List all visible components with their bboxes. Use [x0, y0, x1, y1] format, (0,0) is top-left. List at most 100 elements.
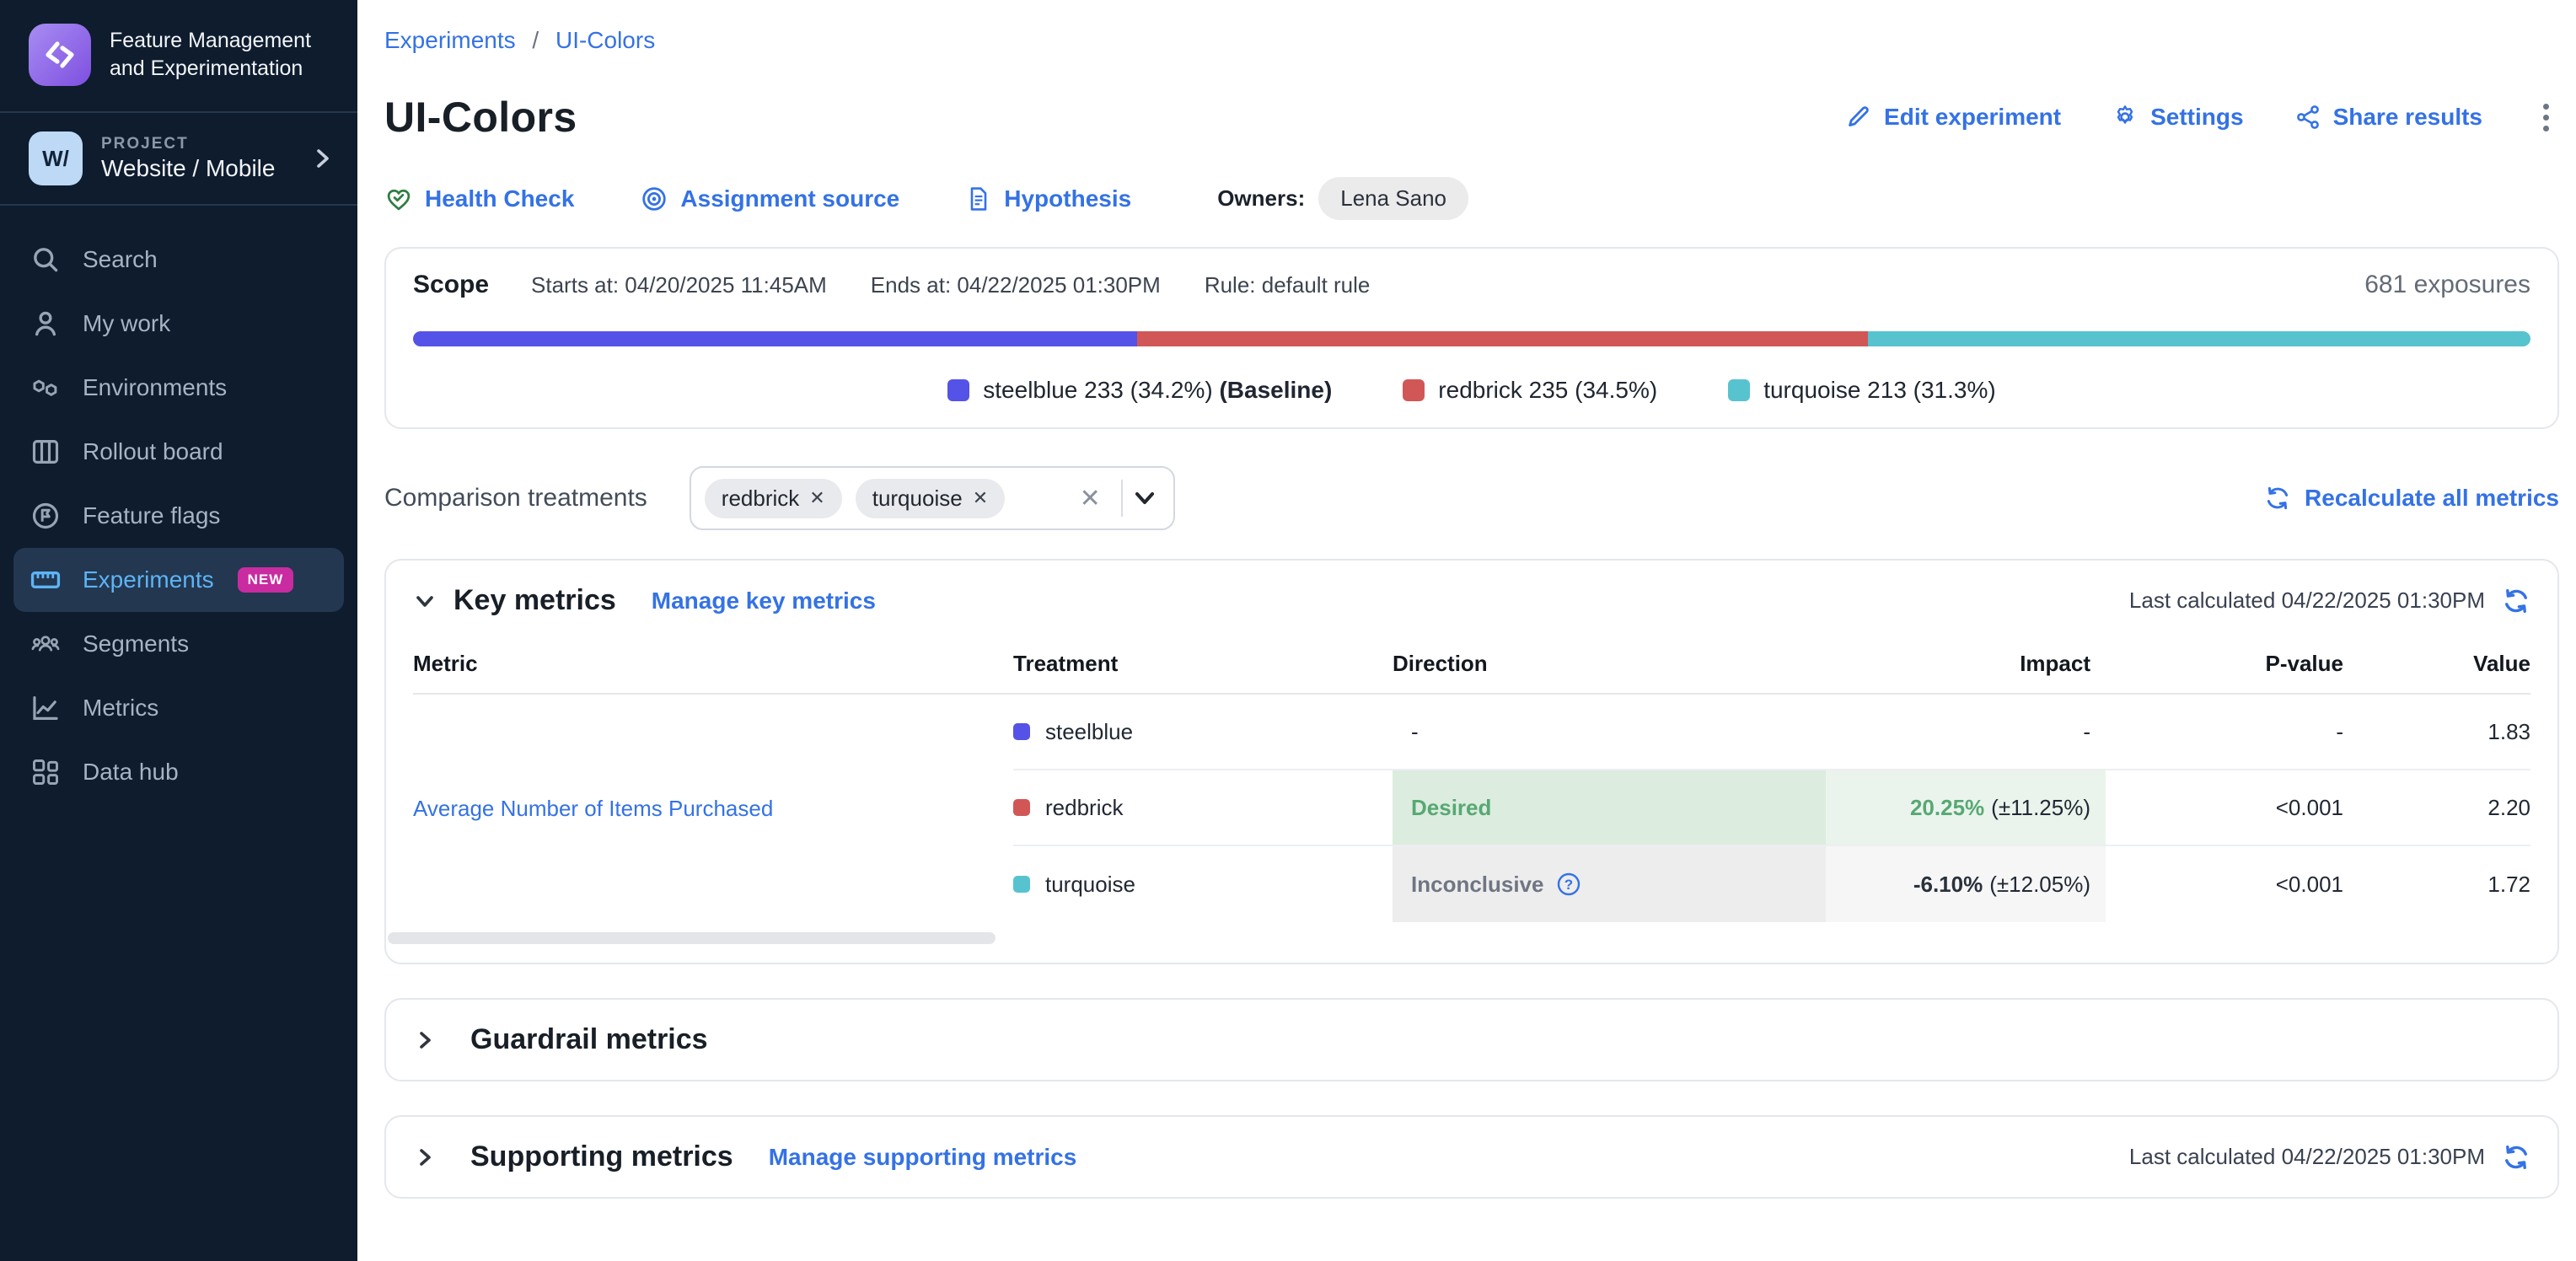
treatment-name: turquoise	[1045, 872, 1135, 898]
chip-turquoise[interactable]: turquoise ✕	[856, 479, 1005, 518]
health-check-label: Health Check	[425, 185, 574, 212]
settings-button[interactable]: Settings	[2112, 104, 2243, 131]
edit-experiment-label: Edit experiment	[1884, 104, 2061, 131]
health-check-link[interactable]: Health Check	[384, 185, 574, 213]
treatments-multiselect[interactable]: redbrick ✕ turquoise ✕ ✕	[690, 466, 1175, 530]
sidebar-item-search[interactable]: Search	[13, 228, 344, 292]
scope-card: Scope Starts at: 04/20/2025 11:45AM Ends…	[384, 247, 2559, 429]
refresh-icon	[2502, 587, 2530, 615]
sidebar-item-data-hub[interactable]: Data hub	[13, 740, 344, 804]
legend-swatch-steelblue	[947, 379, 969, 401]
clear-all-icon[interactable]: ✕	[1070, 484, 1111, 513]
legend-item-turquoise: turquoise 213 (31.3%)	[1728, 377, 1996, 404]
sidebar-item-experiments[interactable]: Experiments NEW	[13, 548, 344, 612]
refresh-key-metrics-button[interactable]	[2502, 587, 2530, 615]
expand-supporting-metrics-icon[interactable]	[413, 1146, 437, 1169]
sidebar: Feature Management and Experimentation W…	[0, 0, 357, 1261]
sidebar-item-my-work[interactable]: My work	[13, 292, 344, 356]
legend-item-redbrick: redbrick 235 (34.5%)	[1403, 377, 1657, 404]
impact-cell: -	[1826, 695, 2106, 769]
assignment-source-label: Assignment source	[680, 185, 899, 212]
baseline-tag: (Baseline)	[1219, 377, 1332, 403]
treatment-name: redbrick	[1045, 795, 1123, 821]
share-results-button[interactable]: Share results	[2294, 104, 2482, 131]
guardrail-metrics-title: Guardrail metrics	[470, 1023, 708, 1056]
refresh-supporting-metrics-button[interactable]	[2502, 1143, 2530, 1172]
sidebar-item-label: My work	[83, 310, 170, 337]
chip-label: redbrick	[722, 486, 799, 512]
legend-swatch-turquoise	[1728, 379, 1750, 401]
people-icon	[29, 627, 62, 661]
sidebar-item-segments[interactable]: Segments	[13, 612, 344, 676]
manage-supporting-metrics-link[interactable]: Manage supporting metrics	[769, 1144, 1077, 1171]
impact-ci: (±12.05%)	[1989, 872, 2090, 898]
horizontal-scrollbar	[386, 932, 2557, 946]
hypothesis-link[interactable]: Hypothesis	[965, 185, 1131, 212]
help-icon[interactable]: ?	[1556, 872, 1581, 897]
experiment-meta-row: Health Check Assignment source Hypothesi…	[384, 177, 2559, 220]
remove-chip-icon[interactable]: ✕	[973, 487, 988, 509]
sidebar-item-environments[interactable]: Environments	[13, 356, 344, 420]
exposure-legend: steelblue 233 (34.2%) (Baseline) redbric…	[413, 377, 2530, 404]
person-icon	[29, 307, 62, 341]
metric-link[interactable]: Average Number of Items Purchased	[413, 796, 773, 822]
project-name: Website / Mobile	[101, 155, 292, 182]
comparison-row: Comparison treatments redbrick ✕ turquois…	[384, 466, 2559, 530]
impact-value: 20.25%	[1910, 795, 1984, 821]
col-p-value: P-value	[2106, 651, 2379, 677]
line-chart-icon	[29, 691, 62, 725]
chip-redbrick[interactable]: redbrick ✕	[705, 479, 842, 518]
sidebar-item-label: Metrics	[83, 695, 158, 722]
search-icon	[29, 243, 62, 276]
value-cell: 1.72	[2379, 846, 2530, 922]
app-window: Feature Management and Experimentation W…	[0, 0, 2576, 1261]
exposure-bar-segment-turquoise	[1868, 331, 2530, 346]
col-metric: Metric	[413, 651, 1013, 677]
treatment-swatch	[1013, 799, 1030, 816]
recalculate-all-metrics-button[interactable]: Recalculate all metrics	[2264, 485, 2559, 512]
expand-guardrail-metrics-icon[interactable]	[413, 1028, 437, 1052]
more-options-button[interactable]	[2533, 97, 2559, 138]
settings-label: Settings	[2150, 104, 2243, 131]
exposure-bar-segment-redbrick	[1137, 331, 1868, 346]
chip-label: turquoise	[872, 486, 963, 512]
remove-chip-icon[interactable]: ✕	[809, 487, 824, 509]
collapse-key-metrics-icon[interactable]	[413, 589, 437, 613]
legend-label: redbrick 235 (34.5%)	[1438, 377, 1657, 404]
key-metrics-title: Key metrics	[453, 584, 616, 617]
main-content: Experiments / UI-Colors UI-Colors Edit e…	[357, 0, 2576, 1261]
p-value-cell: <0.001	[2106, 846, 2379, 922]
sidebar-item-label: Data hub	[83, 759, 179, 786]
edit-experiment-button[interactable]: Edit experiment	[1845, 104, 2061, 131]
owner-chip[interactable]: Lena Sano	[1318, 177, 1468, 220]
select-divider	[1121, 480, 1123, 517]
treatment-swatch	[1013, 723, 1030, 740]
project-switcher[interactable]: W/ PROJECT Website / Mobile	[0, 113, 357, 204]
chevron-down-icon[interactable]	[1133, 486, 1157, 510]
owners-label: Owners:	[1217, 185, 1305, 212]
value-cell: 2.20	[2379, 770, 2530, 845]
pencil-icon	[1845, 104, 1872, 131]
scrollbar-thumb[interactable]	[388, 932, 996, 944]
manage-key-metrics-link[interactable]: Manage key metrics	[652, 588, 876, 614]
app-logo-row[interactable]: Feature Management and Experimentation	[0, 0, 357, 111]
sidebar-item-rollout-board[interactable]: Rollout board	[13, 420, 344, 484]
breadcrumb: Experiments / UI-Colors	[384, 27, 2559, 54]
direction-cell: Inconclusive ?	[1393, 846, 1826, 922]
breadcrumb-current-link[interactable]: UI-Colors	[555, 27, 655, 53]
breadcrumb-separator: /	[532, 27, 539, 53]
assignment-source-link[interactable]: Assignment source	[640, 185, 899, 213]
scope-starts-at: Starts at: 04/20/2025 11:45AM	[531, 272, 827, 298]
comparison-treatments-label: Comparison treatments	[384, 484, 647, 512]
exposure-bar-segment-steelblue	[413, 331, 1137, 346]
impact-value: -6.10%	[1913, 872, 1983, 898]
ruler-icon	[29, 563, 62, 597]
sidebar-item-feature-flags[interactable]: Feature flags	[13, 484, 344, 548]
breadcrumb-experiments-link[interactable]: Experiments	[384, 27, 516, 53]
legend-label: steelblue 233 (34.2%) (Baseline)	[983, 377, 1332, 404]
sidebar-item-metrics[interactable]: Metrics	[13, 676, 344, 740]
sidebar-item-label: Feature flags	[83, 502, 220, 529]
chevron-right-icon	[310, 147, 334, 170]
new-badge: NEW	[238, 567, 294, 593]
grid-icon	[29, 755, 62, 789]
